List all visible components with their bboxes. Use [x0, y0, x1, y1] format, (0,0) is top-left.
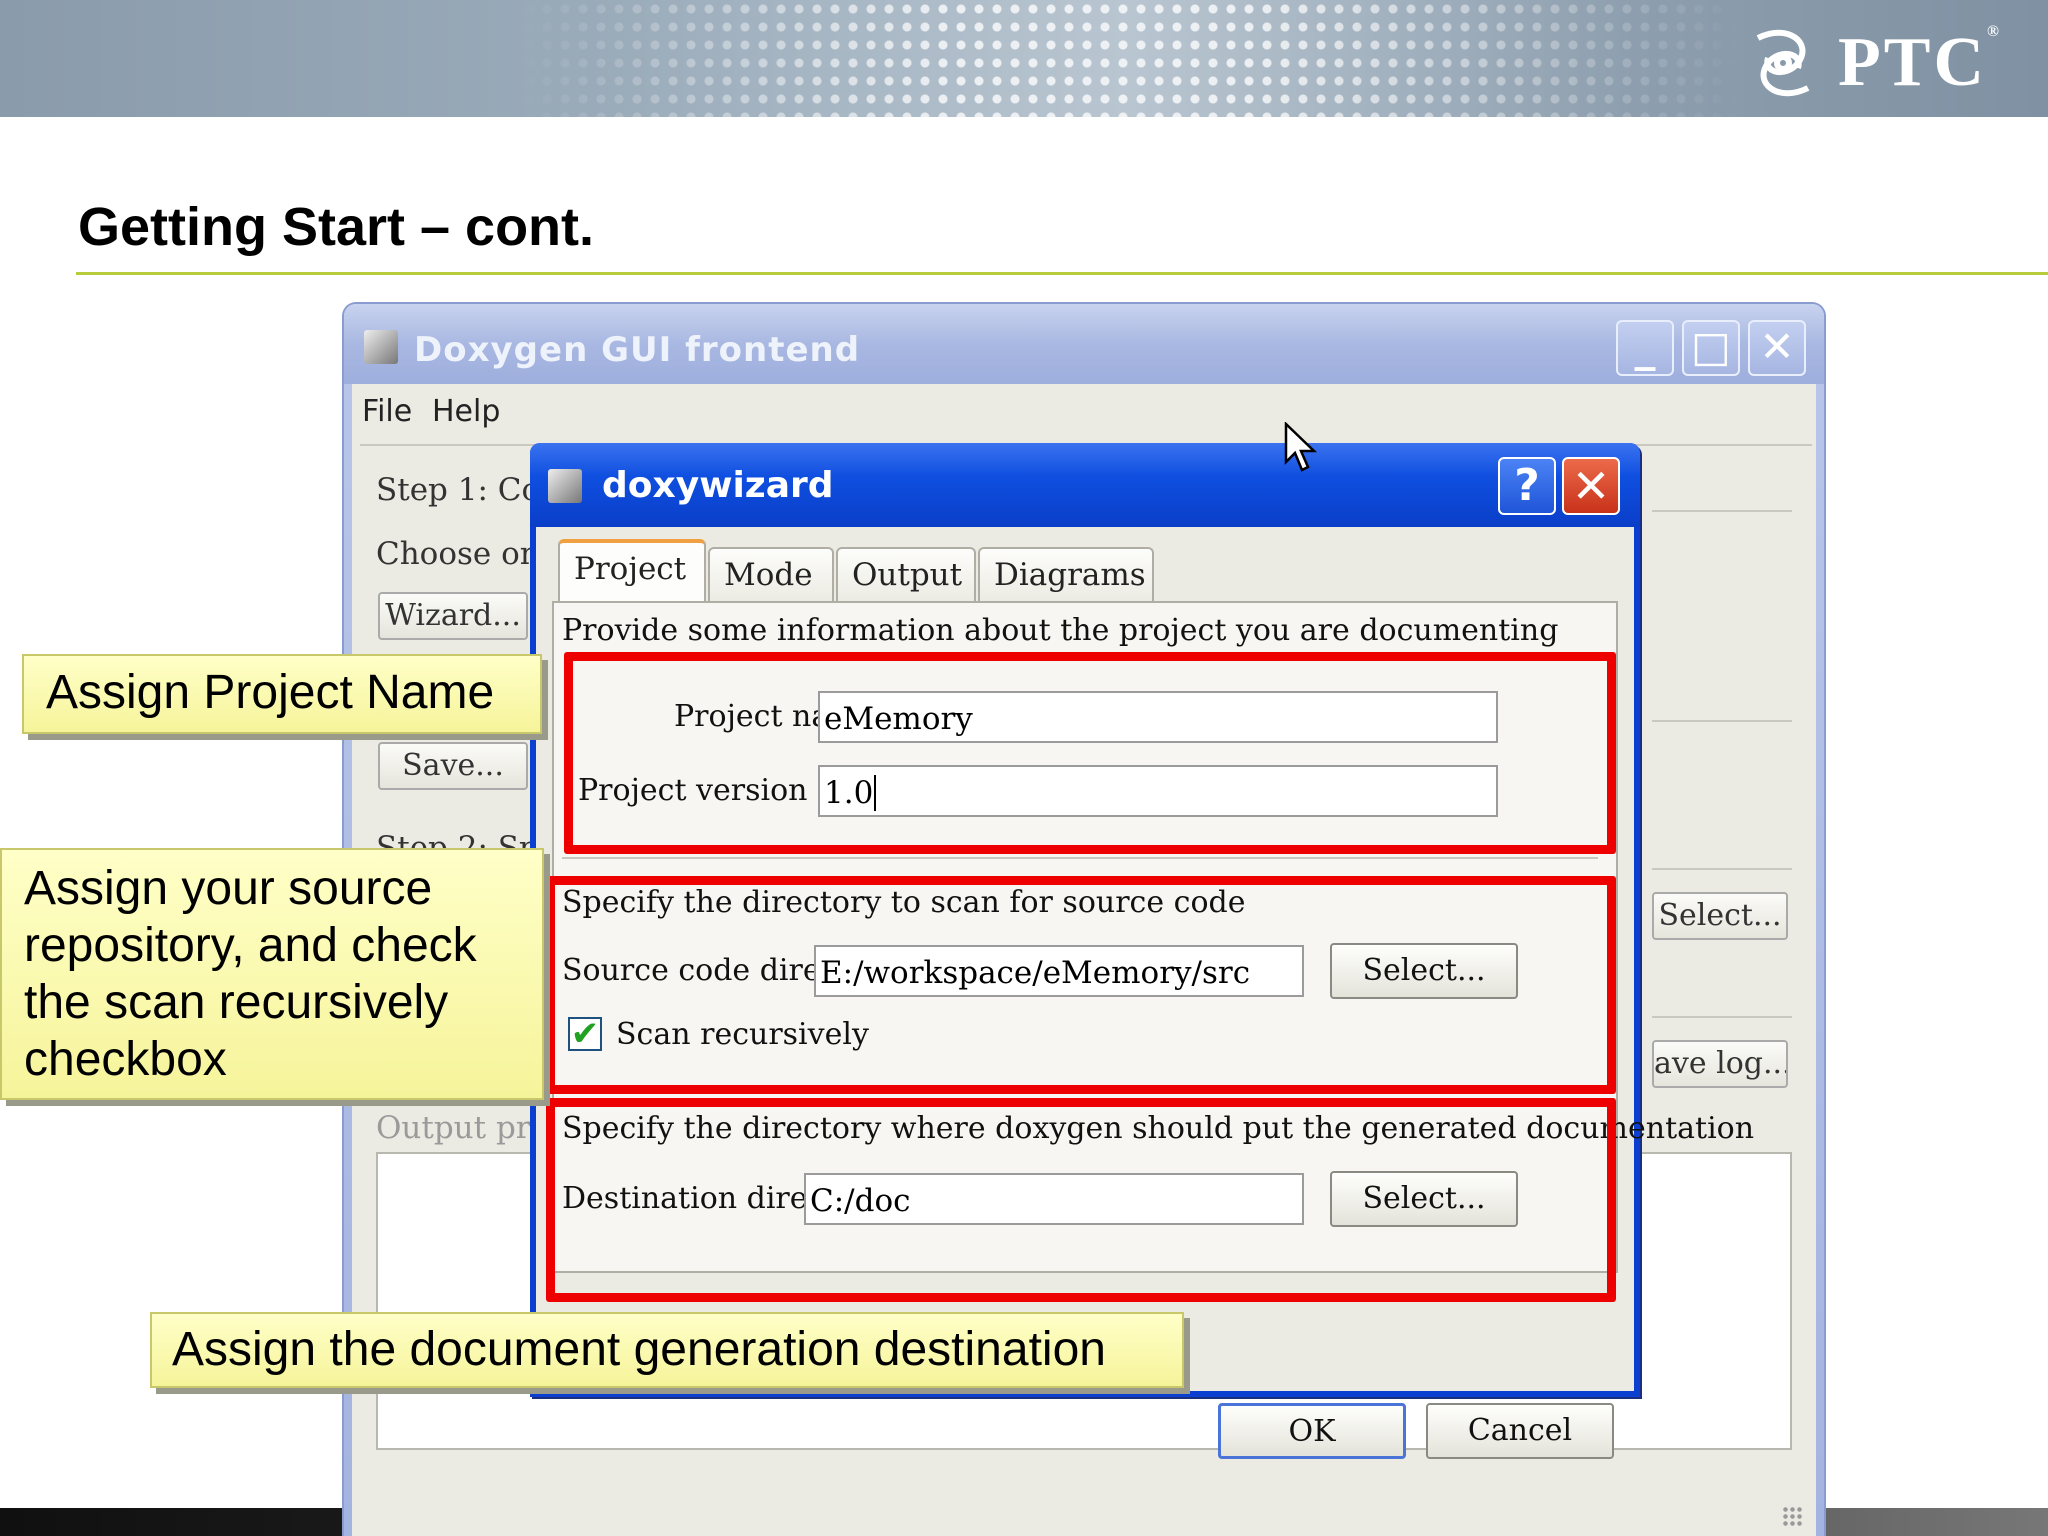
menubar: File Help: [352, 384, 1816, 436]
save-log-button[interactable]: ave log...: [1652, 1040, 1788, 1088]
doxygen-app-icon: [364, 330, 398, 364]
section-separator-1: [562, 857, 1598, 859]
log-rule: [1652, 1016, 1792, 1018]
ptc-logo-text: PTC®: [1838, 23, 2002, 101]
tab-mode[interactable]: Mode: [708, 547, 834, 601]
save-button[interactable]: Save...: [378, 742, 528, 790]
doxywizard-title: doxywizard: [602, 465, 834, 506]
ok-button[interactable]: OK: [1218, 1403, 1406, 1459]
callout-project-name-text: Assign Project Name: [46, 666, 495, 719]
close-icon: ✕: [1759, 322, 1795, 371]
menu-help[interactable]: Help: [432, 394, 500, 429]
help-icon: ?: [1514, 460, 1540, 511]
step2-rule: [1652, 868, 1792, 870]
tab-diagrams[interactable]: Diagrams: [978, 547, 1154, 601]
callout-source-line-2: repository, and check: [24, 919, 477, 972]
project-info-highlight: [564, 652, 1616, 854]
doxygen-window-titlebar[interactable]: Doxygen GUI frontend _ □ ✕: [344, 304, 1824, 384]
tab-output[interactable]: Output: [836, 547, 976, 601]
callout-destination: Assign the document generation destinati…: [150, 1312, 1184, 1388]
callout-source-line-4: checkbox: [24, 1033, 227, 1086]
destination-highlight: [546, 1098, 1616, 1302]
step-divider: [1652, 720, 1792, 722]
source-dir-highlight: [546, 876, 1616, 1094]
doxywizard-titlebar[interactable]: doxywizard ? ✕: [530, 443, 1640, 527]
minimize-icon: _: [1634, 322, 1656, 371]
title-underline: [76, 272, 2048, 275]
callout-destination-text: Assign the document generation destinati…: [172, 1323, 1106, 1376]
ptc-logo: PTC®: [1738, 18, 2002, 108]
maximize-button[interactable]: □: [1682, 320, 1740, 376]
maximize-icon: □: [1691, 322, 1731, 371]
close-icon: ✕: [1571, 459, 1611, 513]
slide-header-banner: PTC®: [0, 0, 2048, 117]
doxywizard-app-icon: [548, 469, 582, 503]
dialog-close-button[interactable]: ✕: [1562, 457, 1620, 515]
cancel-button[interactable]: Cancel: [1426, 1403, 1614, 1459]
menu-file[interactable]: File: [362, 394, 412, 429]
wizard-button[interactable]: Wizard...: [378, 592, 528, 640]
help-button[interactable]: ?: [1498, 457, 1556, 515]
step1-rule: [1652, 510, 1792, 512]
callout-source-repository: Assign your source repository, and check…: [0, 848, 544, 1100]
minimize-button[interactable]: _: [1616, 320, 1674, 376]
doxygen-window-title: Doxygen GUI frontend: [414, 330, 861, 370]
callout-project-name: Assign Project Name: [22, 654, 542, 734]
select-button-bg[interactable]: Select...: [1652, 892, 1788, 940]
banner-dot-pattern: [520, 0, 1740, 117]
resize-grip-icon[interactable]: [1782, 1506, 1804, 1528]
tab-project[interactable]: Project: [558, 539, 706, 603]
ptc-logo-mark-icon: [1756, 29, 1810, 97]
slide-title: Getting Start – cont.: [78, 197, 595, 257]
window-close-button[interactable]: ✕: [1748, 320, 1806, 376]
project-intro-text: Provide some information about the proje…: [562, 613, 1559, 648]
callout-source-line-3: the scan recursively: [24, 976, 449, 1029]
mouse-cursor-icon: [1284, 422, 1318, 472]
callout-source-line-1: Assign your source: [24, 862, 433, 915]
